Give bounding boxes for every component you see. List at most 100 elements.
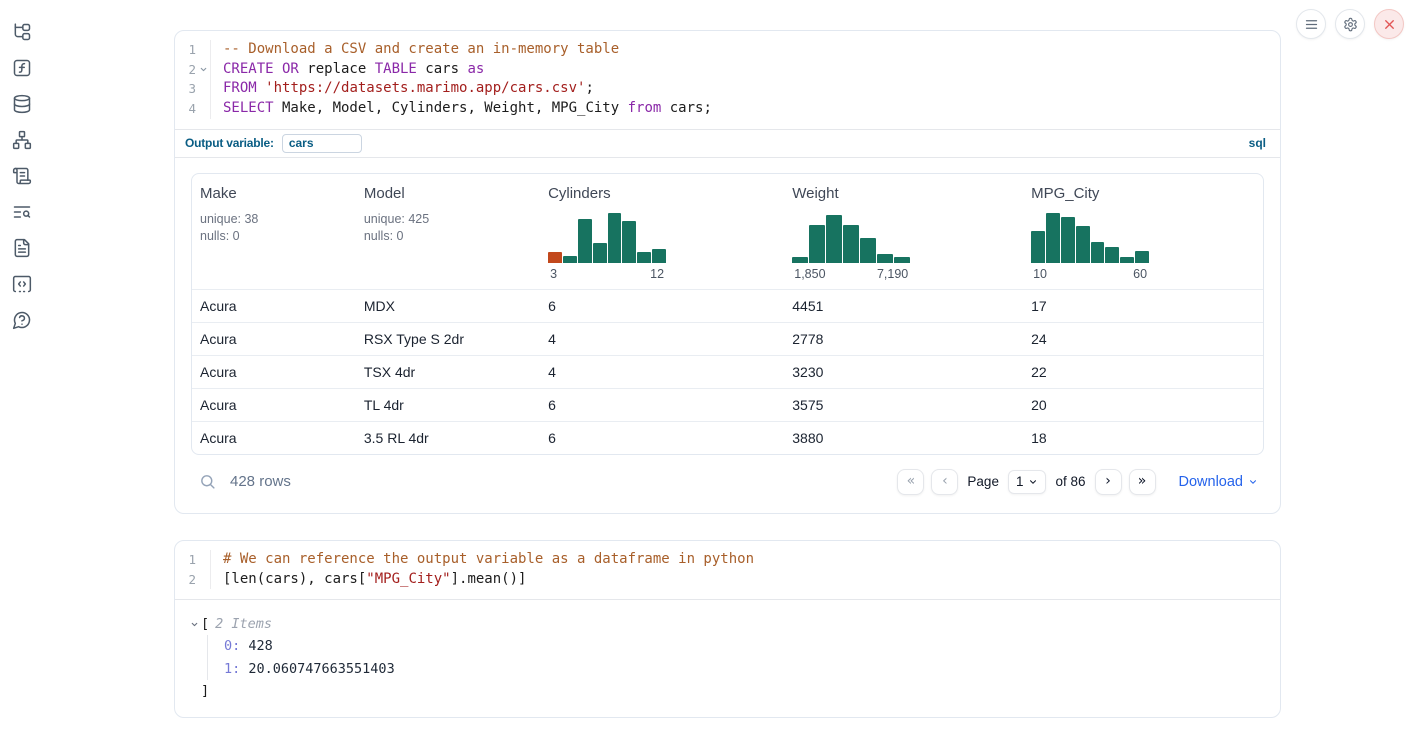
histogram-bar [1046,213,1060,262]
data-table: Makeunique: 38nulls: 0Modelunique: 425nu… [191,173,1264,455]
close-icon[interactable] [1374,9,1404,39]
histogram-bar [1105,247,1119,263]
code-token: -- Download a CSV and create an in-memor… [223,41,619,57]
axis-min-label: 10 [1033,267,1047,281]
table-cell: 2778 [784,331,1023,347]
snippets-icon[interactable] [12,274,32,294]
histogram-bar [593,243,607,263]
code-token: 'https://datasets.marimo.app/cars.csv' [265,80,585,96]
table-cell: RSX Type S 2dr [356,331,540,347]
code-line: 2CREATE OR replace TABLE cars as [175,60,1280,80]
file-text-icon[interactable] [12,238,32,258]
column-name[interactable]: Weight [792,185,1015,202]
fold-spacer [196,40,210,60]
python-output-tree: [ 2 Items 0: 428 1: 20.060747663551403 ] [175,600,1280,717]
line-gutter: 2 [175,60,211,80]
histogram-bar [1135,251,1149,262]
network-icon[interactable] [12,130,32,150]
code-token: as [467,61,484,77]
database-icon[interactable] [12,94,32,114]
table-cell: 3575 [784,397,1023,413]
column-header-weight: Weight 1,850 7,190 [784,174,1023,289]
collapse-toggle-icon[interactable] [187,620,201,629]
line-number: 2 [176,570,196,590]
prev-page-button[interactable]: ‹ [931,469,958,495]
axis-min-label: 3 [550,267,557,281]
table-row: AcuraTSX 4dr4323022 [192,355,1263,388]
line-gutter: 4 [175,99,211,119]
column-histogram [548,211,666,263]
code-token: ; [585,80,593,96]
tree-item-key: 1: [224,661,240,677]
next-page-button[interactable]: › [1095,469,1122,495]
table-cell: 3.5 RL 4dr [356,430,540,446]
notebook: 1 -- Download a CSV and create an in-memo… [174,30,1281,718]
axis-max-label: 60 [1133,267,1147,281]
code-token [257,80,265,96]
code-text: -- Download a CSV and create an in-memor… [211,40,619,60]
table-body: AcuraMDX6445117AcuraRSX Type S 2dr427782… [192,289,1263,454]
table-cell: 22 [1023,364,1263,380]
table-row: AcuraTL 4dr6357520 [192,388,1263,421]
histogram-bar [860,238,876,263]
table-cell: 17 [1023,298,1263,314]
column-name[interactable]: Model [364,185,532,202]
column-stat: nulls: 0 [200,228,348,245]
tree-item: 0: 428 [224,635,1264,658]
histogram-bar [622,221,636,263]
line-number: 3 [176,79,196,99]
help-icon[interactable] [12,310,32,330]
gear-icon[interactable] [1335,9,1365,39]
items-count-label: 2 Items [215,616,272,632]
page-select[interactable]: 1 [1008,470,1047,494]
fold-spacer [196,550,210,570]
output-variable-input[interactable] [282,134,362,153]
tree-item-value: 428 [240,638,273,654]
code-token: Make, Model, Cylinders, Weight, MPG_City [274,100,628,116]
text-search-icon[interactable] [12,202,32,222]
table-cell: Acura [192,397,356,413]
histogram-bar [826,215,842,263]
table-cell: Acura [192,430,356,446]
code-line: 1-- Download a CSV and create an in-memo… [175,40,1280,60]
column-header-cylinders: Cylinders312 [540,174,784,289]
code-line: 1# We can reference the output variable … [175,550,1280,570]
code-token: ].mean()] [451,571,527,587]
python-code-editor[interactable]: 1# We can reference the output variable … [175,541,1280,600]
sql-output-area: Makeunique: 38nulls: 0Modelunique: 425nu… [175,157,1280,513]
file-tree-icon[interactable] [12,22,32,42]
column-name[interactable]: Make [200,185,348,202]
histogram-bar [637,252,651,262]
code-text: CREATE OR replace TABLE cars as [211,60,484,80]
code-line: 4SELECT Make, Model, Cylinders, Weight, … [175,99,1280,119]
code-token: CREATE OR [223,61,299,77]
download-button[interactable]: Download [1179,474,1259,490]
last-page-button[interactable]: » [1129,469,1156,495]
menu-icon[interactable] [1296,9,1326,39]
tree-item-value: 20.060747663551403 [240,661,394,677]
first-page-button[interactable]: « [897,469,924,495]
axis-max-label: 7,190 [877,267,908,281]
scroll-text-icon[interactable] [12,166,32,186]
line-gutter: 1 [175,550,211,570]
fold-chevron-icon[interactable] [196,60,210,80]
function-square-icon[interactable] [12,58,32,78]
table-cell: 4451 [784,298,1023,314]
table-row: AcuraRSX Type S 2dr4277824 [192,322,1263,355]
sql-code-editor[interactable]: 1-- Download a CSV and create an in-memo… [175,31,1280,129]
download-label: Download [1179,474,1244,490]
open-bracket: [ [201,616,209,632]
close-bracket: ] [187,683,1264,699]
column-name[interactable]: Cylinders [548,185,776,202]
fold-spacer [196,99,210,119]
search-icon[interactable] [199,473,216,490]
page-select-value: 1 [1016,474,1024,489]
table-cell: Acura [192,298,356,314]
table-header: Makeunique: 38nulls: 0Modelunique: 425nu… [192,174,1263,289]
table-row: Acura3.5 RL 4dr6388018 [192,421,1263,454]
column-name[interactable]: MPG_City [1031,185,1255,202]
code-text: # We can reference the output variable a… [211,550,754,570]
line-number: 4 [176,99,196,119]
histogram-bar [1076,226,1090,262]
axis-min-label: 1,850 [794,267,825,281]
